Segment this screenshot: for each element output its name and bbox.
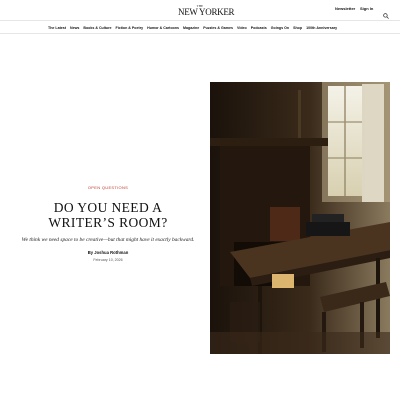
byline-prefix: By xyxy=(87,250,94,255)
sign-in-link[interactable]: Sign In xyxy=(360,6,373,11)
rubric-link[interactable]: Open Questions xyxy=(88,185,128,190)
nav-item-podcasts[interactable]: Podcasts xyxy=(251,26,267,30)
logo-wordmark: NEW YORKER xyxy=(178,7,235,17)
nav-item-humor-cartoons[interactable]: Humor & Cartoons xyxy=(147,26,179,30)
nav-item-magazine[interactable]: Magazine xyxy=(183,26,199,30)
nav-item-puzzles-games[interactable]: Puzzles & Games xyxy=(203,26,233,30)
nav-item-goings-on[interactable]: Goings On xyxy=(271,26,289,30)
nav-item-fiction-poetry[interactable]: Fiction & Poetry xyxy=(116,26,144,30)
lead-photo xyxy=(210,82,390,354)
nav-item-news[interactable]: News xyxy=(70,26,79,30)
byline: By Joshua Rothman xyxy=(20,250,196,255)
nav-item-100th-anniversary[interactable]: 100th Anniversary xyxy=(306,26,337,30)
nav-list: The Latest News Books & Culture Fiction … xyxy=(48,21,337,34)
search-icon[interactable] xyxy=(383,6,389,19)
nav-item-shop[interactable]: Shop xyxy=(293,26,302,30)
masthead: THE NEW YORKER Newsletter Sign In xyxy=(0,0,400,20)
newsletter-link[interactable]: Newsletter xyxy=(335,6,355,11)
article-dek: We think we need space to be creative—bu… xyxy=(21,237,195,243)
nav-item-books-culture[interactable]: Books & Culture xyxy=(83,26,111,30)
nav-item-the-latest[interactable]: The Latest xyxy=(48,26,66,30)
article-header: Open Questions Do You Need a Writer’s Ro… xyxy=(20,176,196,262)
main-navigation: The Latest News Books & Culture Fiction … xyxy=(0,20,400,34)
author-link[interactable]: Joshua Rothman xyxy=(94,250,128,255)
publish-date: February 10, 2026 xyxy=(93,258,123,262)
article-headline: Do You Need a Writer’s Room? xyxy=(48,200,168,230)
nav-item-video[interactable]: Video xyxy=(237,26,247,30)
new-yorker-logo[interactable]: THE NEW YORKER xyxy=(178,5,235,17)
